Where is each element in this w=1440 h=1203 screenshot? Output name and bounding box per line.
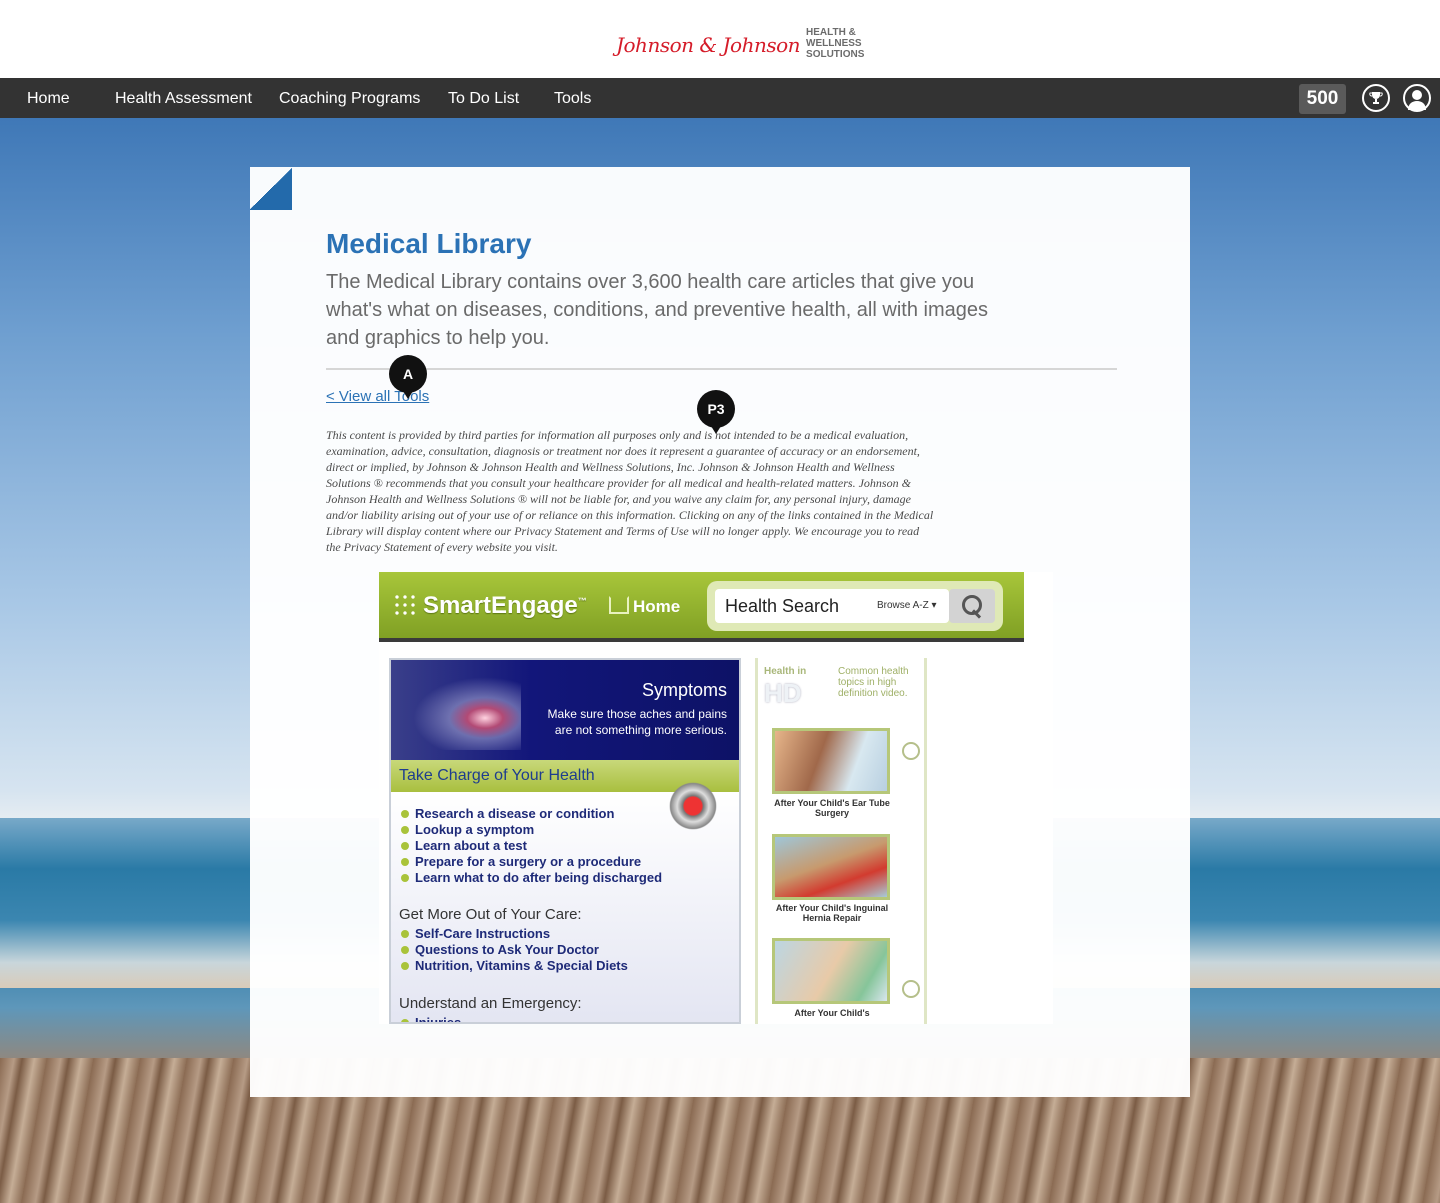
brand-subtitle: HEALTH & WELLNESS SOLUTIONS (806, 27, 865, 60)
emergency-list: Injuries (401, 1015, 721, 1022)
disclaimer-text: This content is provided by third partie… (326, 428, 934, 554)
scroll-up-icon (902, 742, 920, 760)
page-title: Medical Library (326, 228, 532, 259)
symptoms-subtitle: Make sure those aches and pains are not … (547, 707, 727, 737)
care-list: Self-Care Instructions Questions to Ask … (401, 926, 721, 974)
hd-label-small: Health in (764, 666, 807, 677)
health-search-box: Health Search Browse A-Z ▾ (707, 581, 1003, 631)
brand-header: Johnson & Johnson HEALTH & WELLNESS SOLU… (0, 0, 1440, 78)
smartengage-preview[interactable]: SmartEngage™ Home Health Search Browse A… (379, 572, 1053, 1024)
annotation-pin-a: A (389, 355, 427, 399)
symptoms-title: Symptoms (641, 680, 727, 700)
video-thumbnail (772, 938, 890, 1004)
nav-item-tools[interactable]: Tools (554, 78, 591, 118)
search-icon (949, 589, 995, 623)
video-caption: After Your Child's (794, 1008, 870, 1018)
video-caption: After Your Child's Ear Tube Surgery (774, 798, 890, 818)
emergency-heading: Understand an Emergency: (399, 995, 582, 1012)
xray-hand-image (401, 670, 521, 750)
stethoscope-image (653, 766, 733, 846)
nav-item-to-do-list[interactable]: To Do List (448, 78, 519, 118)
page-description: The Medical Library contains over 3,600 … (326, 271, 988, 349)
user-avatar-icon[interactable] (1403, 84, 1431, 112)
nav-item-health-assessment[interactable]: Health Assessment (115, 78, 252, 118)
points-badge[interactable]: 500 (1299, 84, 1346, 114)
nav-item-coaching-programs[interactable]: Coaching Programs (279, 78, 420, 118)
video-thumbnail (772, 834, 890, 900)
list-item: Learn what to do after being discharged (401, 870, 721, 886)
list-item: Nutrition, Vitamins & Special Diets (401, 958, 721, 974)
main-nav: Home Health Assessment Coaching Programs… (0, 78, 1440, 118)
cross-dots-icon (393, 593, 417, 617)
smartengage-logo: SmartEngage™ (393, 592, 587, 620)
scroll-down-icon (902, 980, 920, 998)
symptoms-banner: Symptoms Make sure those aches and pains… (391, 660, 739, 760)
smartengage-main-panel: Symptoms Make sure those aches and pains… (389, 658, 741, 1024)
smartengage-header: SmartEngage™ Home Health Search Browse A… (379, 572, 1024, 642)
divider (326, 368, 1117, 370)
nav-item-home[interactable]: Home (27, 78, 70, 118)
health-search-input: Health Search Browse A-Z ▾ (715, 589, 949, 623)
list-item: Prepare for a surgery or a procedure (401, 854, 721, 870)
card-corner-fold (250, 167, 292, 210)
video-caption: After Your Child's Inguinal Hernia Repai… (775, 903, 889, 923)
trophy-icon[interactable] (1362, 84, 1390, 112)
browse-az-dropdown: Browse A-Z ▾ (877, 600, 937, 611)
hd-note: Common health topics in high definition … (838, 666, 909, 699)
brand-logo[interactable]: Johnson & Johnson HEALTH & WELLNESS SOLU… (616, 28, 864, 61)
list-item: Injuries (401, 1015, 721, 1022)
list-item: Self-Care Instructions (401, 926, 721, 942)
health-in-hd-panel: Health in HD Common health topics in hig… (755, 658, 927, 1024)
brand-name: Johnson & Johnson (616, 32, 801, 57)
care-heading: Get More Out of Your Care: (399, 906, 582, 923)
house-icon (609, 596, 629, 614)
hd-label-big: HD (764, 678, 802, 708)
annotation-pin-p3: P3 (697, 390, 735, 434)
smartengage-home-link: Home (609, 596, 680, 617)
list-item: Questions to Ask Your Doctor (401, 942, 721, 958)
video-thumbnail (772, 728, 890, 794)
